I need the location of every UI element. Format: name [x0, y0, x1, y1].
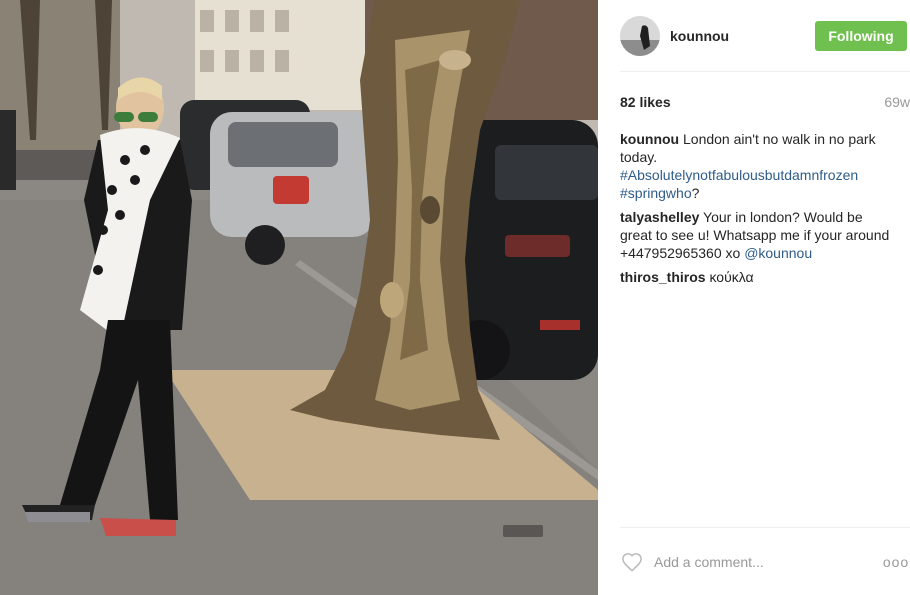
following-button[interactable]: Following: [815, 20, 907, 51]
add-comment-input[interactable]: [654, 549, 882, 574]
comment-text: ?: [691, 185, 700, 201]
comment-text: κούκλα: [709, 269, 754, 285]
mention-link[interactable]: @kounnou: [744, 245, 812, 261]
post-header: kounnou Following: [620, 0, 910, 72]
comment-item: talyashelley Your in london? Would be gr…: [620, 208, 898, 262]
heart-outline-icon[interactable]: [620, 550, 644, 574]
post-sidebar: kounnou Following 82 likes 69w kounnou L…: [598, 0, 910, 595]
comment-item: kounnou London ain't no walk in no park …: [620, 130, 898, 202]
post-footer: ooo: [620, 527, 910, 595]
comment-item: thiros_thiros κούκλα: [620, 268, 898, 286]
likes-count[interactable]: 82 likes: [620, 94, 671, 110]
author-avatar[interactable]: [620, 15, 660, 56]
comment-username[interactable]: kounnou: [620, 131, 679, 147]
avatar-image: [620, 15, 660, 56]
post-photo[interactable]: [0, 0, 598, 595]
post-timestamp[interactable]: 69w: [884, 94, 910, 110]
hashtag-link[interactable]: #Absolutelynotfabulousbutdamnfrozen: [620, 167, 858, 183]
author-username[interactable]: kounnou: [670, 28, 815, 44]
post-meta: 82 likes 69w: [620, 92, 910, 112]
comment-username[interactable]: talyashelley: [620, 209, 699, 225]
hashtag-link[interactable]: #springwho: [620, 185, 692, 201]
post-modal: kounnou Following 82 likes 69w kounnou L…: [0, 0, 910, 595]
post-photo-image: [0, 0, 598, 595]
comments-list: kounnou London ain't no walk in no park …: [620, 130, 898, 292]
more-options-icon[interactable]: ooo: [882, 554, 910, 570]
comment-username[interactable]: thiros_thiros: [620, 269, 706, 285]
